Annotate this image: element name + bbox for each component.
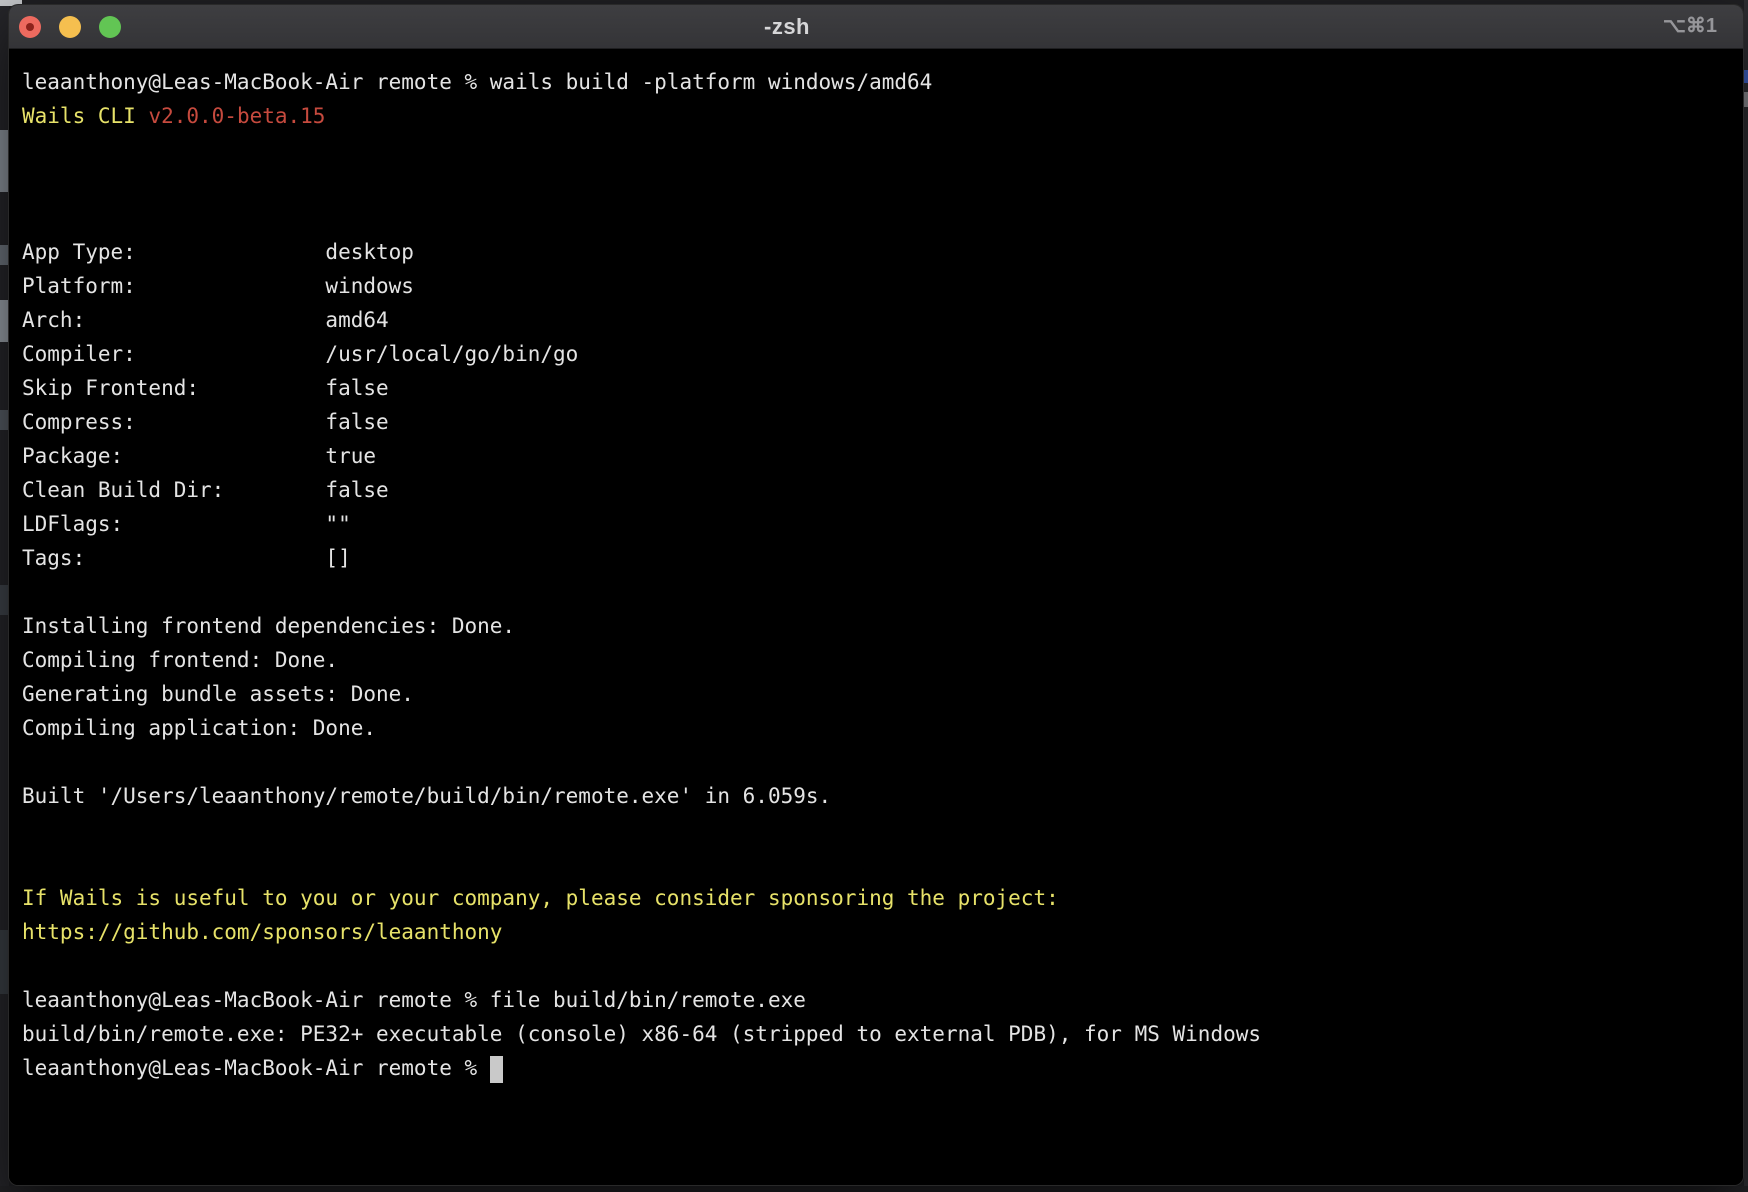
terminal-line: Tags: [] — [22, 541, 1733, 575]
terminal-text: https://github.com/sponsors/leaanthony — [22, 920, 502, 944]
terminal-line: App Type: desktop — [22, 235, 1733, 269]
terminal-text: Clean Build Dir: false — [22, 478, 389, 502]
terminal-line: Compiling frontend: Done. — [22, 643, 1733, 677]
terminal-line: leaanthony@Leas-MacBook-Air remote % fil… — [22, 983, 1733, 1017]
background-window-fragment — [0, 300, 8, 342]
terminal-line: leaanthony@Leas-MacBook-Air remote % — [22, 1051, 1733, 1085]
terminal-line — [22, 813, 1733, 847]
terminal-line: Arch: amd64 — [22, 303, 1733, 337]
terminal-line — [22, 167, 1733, 201]
terminal-line: Platform: windows — [22, 269, 1733, 303]
terminal-line: Compiling application: Done. — [22, 711, 1733, 745]
terminal-text: Built '/Users/leaanthony/remote/build/bi… — [22, 784, 831, 808]
terminal-line: Compress: false — [22, 405, 1733, 439]
terminal-text: App Type: desktop — [22, 240, 414, 264]
background-window-fragment — [0, 245, 8, 265]
background-window-fragment — [1744, 70, 1748, 83]
terminal-line: Installing frontend dependencies: Done. — [22, 609, 1733, 643]
terminal-line: Wails CLI v2.0.0-beta.15 — [22, 99, 1733, 133]
terminal-text: Package: true — [22, 444, 376, 468]
tab-shortcut-badge: ⌥⌘1 — [1663, 5, 1717, 48]
terminal-text: Skip Frontend: false — [22, 376, 389, 400]
terminal-window: -zsh ⌥⌘1 leaanthony@Leas-MacBook-Air rem… — [8, 4, 1744, 1186]
terminal-line — [22, 575, 1733, 609]
terminal-text: Compress: false — [22, 410, 389, 434]
terminal-line: Built '/Users/leaanthony/remote/build/bi… — [22, 779, 1733, 813]
background-window-fragment — [0, 930, 8, 994]
terminal-cursor — [490, 1056, 503, 1083]
background-window-fragment — [1744, 92, 1748, 107]
terminal-line — [22, 847, 1733, 881]
terminal-text: Compiler: /usr/local/go/bin/go — [22, 342, 578, 366]
terminal-text: build/bin/remote.exe: PE32+ executable (… — [22, 1022, 1261, 1046]
terminal-text: leaanthony@Leas-MacBook-Air remote % — [22, 1056, 490, 1080]
terminal-line: Skip Frontend: false — [22, 371, 1733, 405]
terminal-line: Package: true — [22, 439, 1733, 473]
terminal-text: LDFlags: "" — [22, 512, 351, 536]
terminal-line: leaanthony@Leas-MacBook-Air remote % wai… — [22, 65, 1733, 99]
terminal-text: Tags: [] — [22, 546, 351, 570]
terminal-line: build/bin/remote.exe: PE32+ executable (… — [22, 1017, 1733, 1051]
terminal-line: Clean Build Dir: false — [22, 473, 1733, 507]
terminal-line: Generating bundle assets: Done. — [22, 677, 1733, 711]
terminal-line: Compiler: /usr/local/go/bin/go — [22, 337, 1733, 371]
terminal-line — [22, 201, 1733, 235]
terminal-line — [22, 133, 1733, 167]
window-title: -zsh — [9, 5, 1565, 48]
background-window-fragment — [0, 585, 8, 615]
background-window-sliver-right — [1744, 0, 1748, 1192]
desktop-background-bottom — [0, 1186, 1748, 1192]
terminal-text: Wails CLI — [22, 104, 148, 128]
terminal-line: If Wails is useful to you or your compan… — [22, 881, 1733, 915]
titlebar[interactable]: -zsh ⌥⌘1 — [9, 5, 1743, 49]
terminal-text: leaanthony@Leas-MacBook-Air remote % fil… — [22, 988, 806, 1012]
terminal-text: Compiling application: Done. — [22, 716, 376, 740]
terminal-text: Generating bundle assets: Done. — [22, 682, 414, 706]
background-window-fragment — [0, 130, 8, 192]
terminal-text: v2.0.0-beta.15 — [148, 104, 325, 128]
terminal-line: LDFlags: "" — [22, 507, 1733, 541]
terminal-text: Compiling frontend: Done. — [22, 648, 338, 672]
background-window-fragment — [0, 410, 8, 430]
terminal-text: Installing frontend dependencies: Done. — [22, 614, 515, 638]
terminal-line — [22, 949, 1733, 983]
terminal-text: If Wails is useful to you or your compan… — [22, 886, 1059, 910]
terminal-content[interactable]: leaanthony@Leas-MacBook-Air remote % wai… — [9, 49, 1743, 1185]
terminal-text: Arch: amd64 — [22, 308, 389, 332]
terminal-text: Platform: windows — [22, 274, 414, 298]
terminal-text: leaanthony@Leas-MacBook-Air remote % wai… — [22, 70, 932, 94]
terminal-line — [22, 745, 1733, 779]
terminal-line: https://github.com/sponsors/leaanthony — [22, 915, 1733, 949]
